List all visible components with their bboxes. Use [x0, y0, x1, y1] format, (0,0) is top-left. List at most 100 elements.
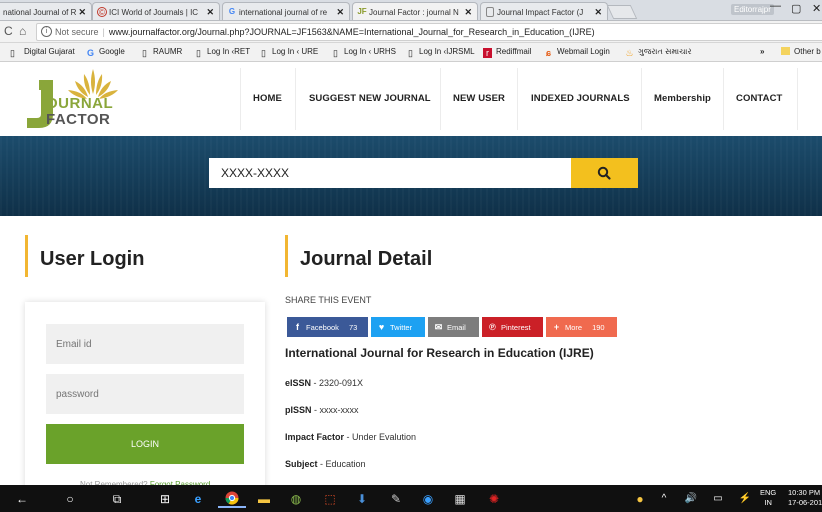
user-login-heading: User Login — [40, 248, 145, 270]
browser-tab[interactable]: Journal Impact Factor (J ✕ — [480, 2, 608, 20]
close-tab-icon[interactable]: ✕ — [464, 7, 472, 18]
calculator-icon[interactable]: ▦ — [448, 490, 472, 508]
page-icon: ▯ — [196, 48, 201, 58]
email-icon: ✉ — [434, 322, 443, 332]
reload-icon[interactable]: C — [4, 24, 13, 38]
browser-tab[interactable]: national Journal of R ✕ — [0, 2, 92, 20]
nav-contact[interactable]: CONTACT — [736, 93, 782, 104]
browser-tab[interactable]: G international journal of re ✕ — [222, 2, 350, 20]
share-facebook-button[interactable]: f Facebook 73 — [287, 317, 368, 337]
bookmark[interactable]: G Google — [86, 47, 125, 58]
bookmark[interactable]: ▯ Log In ‹RET — [194, 47, 250, 58]
home-icon[interactable]: ⌂ — [19, 24, 26, 38]
nav-divider — [797, 68, 798, 130]
info-icon[interactable]: i — [41, 26, 52, 37]
share-more-button[interactable]: + More 190 — [546, 317, 617, 337]
share-pinterest-button[interactable]: ℗ Pinterest — [482, 317, 543, 337]
notification-user-icon[interactable]: ● — [630, 490, 650, 508]
nav-new-user[interactable]: NEW USER — [453, 93, 505, 104]
close-tab-icon[interactable]: ✕ — [206, 7, 214, 18]
nav-divider — [440, 68, 441, 130]
twitter-icon: ♥ — [378, 322, 385, 332]
other-bookmarks[interactable]: Other b — [781, 47, 821, 56]
profile-chip[interactable]: Editorrajpr — [731, 4, 774, 15]
nav-divider — [240, 68, 241, 130]
bookmark[interactable]: ▯ Log In ‹ URE — [259, 47, 318, 58]
nav-divider — [295, 68, 296, 130]
pinterest-icon: ℗ — [489, 322, 496, 332]
nav-home[interactable]: HOME — [253, 93, 282, 104]
bookmark[interactable]: ▯ RAUMR — [140, 47, 182, 58]
bookmark[interactable]: ♨ ગુજરાત સમાચાર — [625, 47, 691, 58]
email-field[interactable] — [46, 324, 244, 364]
nav-divider — [641, 68, 642, 130]
page-icon: ▯ — [408, 48, 413, 58]
browser-tab-active[interactable]: JF Journal Factor : journal N ✕ — [352, 2, 478, 20]
back-arrow-icon[interactable]: ← — [12, 490, 32, 508]
start-icon[interactable]: ⊞ — [154, 490, 176, 508]
volume-icon[interactable]: 🔊 — [683, 490, 699, 508]
ici-icon: © — [97, 7, 107, 17]
browser-tab-strip: national Journal of R ✕ © ICI World of J… — [0, 0, 822, 21]
close-tab-icon[interactable]: ✕ — [336, 7, 344, 18]
windows-taskbar: ← ○ ⧉ ⊞ e ▬ ◍ ⬚ ⬇ ✎ ◉ ▦ ✺ ● ^ 🔊 ▭ ⚡ ENG … — [0, 485, 822, 512]
new-tab-button[interactable] — [606, 5, 638, 19]
nav-membership[interactable]: Membership — [654, 93, 711, 104]
url-text: www.journalfactor.org/Journal.php?JOURNA… — [108, 27, 595, 37]
bookmark[interactable]: r Rediffmail — [483, 47, 531, 58]
pdf-icon[interactable]: ⬚ — [318, 490, 342, 508]
plus-icon: + — [553, 322, 560, 332]
share-email-button[interactable]: ✉ Email — [428, 317, 479, 337]
search-button[interactable] — [571, 158, 638, 188]
battery-icon[interactable]: ▭ — [710, 490, 726, 508]
task-view-icon[interactable]: ⧉ — [106, 490, 128, 508]
journal-title: International Journal for Research in Ed… — [285, 346, 594, 360]
maximize-icon[interactable]: ▢ — [791, 2, 801, 15]
clock[interactable]: 10:30 PM 17-06-2018 — [788, 488, 822, 508]
page-icon: ▯ — [142, 48, 147, 58]
bookmark-apps[interactable]: ▯ — [8, 47, 21, 58]
close-tab-icon[interactable]: ✕ — [594, 7, 602, 18]
chrome-icon[interactable] — [218, 490, 246, 508]
language-indicator[interactable]: ENG IN — [760, 488, 776, 508]
webmail-icon: ɕ — [545, 48, 551, 58]
app-icon[interactable]: ⬇ — [350, 490, 374, 508]
login-card: LOGIN Not Remembered? Forgot Password — [25, 302, 265, 492]
edge-icon[interactable]: e — [186, 490, 210, 508]
share-twitter-button[interactable]: ♥ Twitter — [371, 317, 425, 337]
cortana-icon[interactable]: ○ — [60, 490, 80, 508]
bookmark[interactable]: ▯ Log In ‹ URHS — [331, 47, 396, 58]
detail-impact-factor: Impact Factor - Under Evalution — [285, 432, 417, 442]
close-window-icon[interactable]: ✕ — [812, 2, 821, 15]
bookmark[interactable]: Digital Gujarat — [24, 47, 75, 56]
nav-indexed-journals[interactable]: INDEXED JOURNALS — [531, 93, 630, 104]
network-icon[interactable]: ⚡ — [737, 490, 753, 508]
password-field[interactable] — [46, 374, 244, 414]
tray-chevron-icon[interactable]: ^ — [657, 490, 671, 508]
close-tab-icon[interactable]: ✕ — [78, 7, 86, 18]
fire-icon: ♨ — [625, 48, 634, 58]
file-explorer-icon[interactable]: ▬ — [252, 490, 276, 508]
bookmark[interactable]: ɕ Webmail Login — [544, 47, 610, 58]
facebook-icon: f — [296, 322, 299, 332]
jf-icon: JF — [357, 7, 367, 16]
doc-icon — [5, 7, 15, 17]
nav-suggest-new-journal[interactable]: SUGGEST NEW JOURNAL — [309, 93, 431, 104]
browser-alt-icon[interactable]: ◍ — [284, 490, 308, 508]
logo-text-top: OURNAL — [46, 95, 114, 112]
bookmark[interactable]: ▯ Log In ‹IJRSML — [406, 47, 475, 58]
login-button[interactable]: LOGIN — [46, 424, 244, 464]
app-icon[interactable]: ◉ — [416, 490, 440, 508]
rediff-icon: r — [483, 48, 492, 58]
detail-subject: Subject - Education — [285, 459, 366, 469]
folder-icon — [781, 47, 790, 55]
journal-search-input[interactable] — [209, 158, 571, 188]
app-icon[interactable]: ✺ — [482, 490, 506, 508]
search-icon — [597, 166, 611, 180]
browser-tab[interactable]: © ICI World of Journals | IC ✕ — [92, 2, 220, 20]
heading-accent-bar — [285, 235, 288, 277]
bookmarks-more[interactable]: » — [760, 47, 764, 56]
minimize-icon[interactable]: — — [770, 0, 781, 12]
url-bar[interactable]: i Not secure | www.journalfactor.org/Journ… — [36, 23, 822, 41]
app-icon[interactable]: ✎ — [384, 490, 408, 508]
